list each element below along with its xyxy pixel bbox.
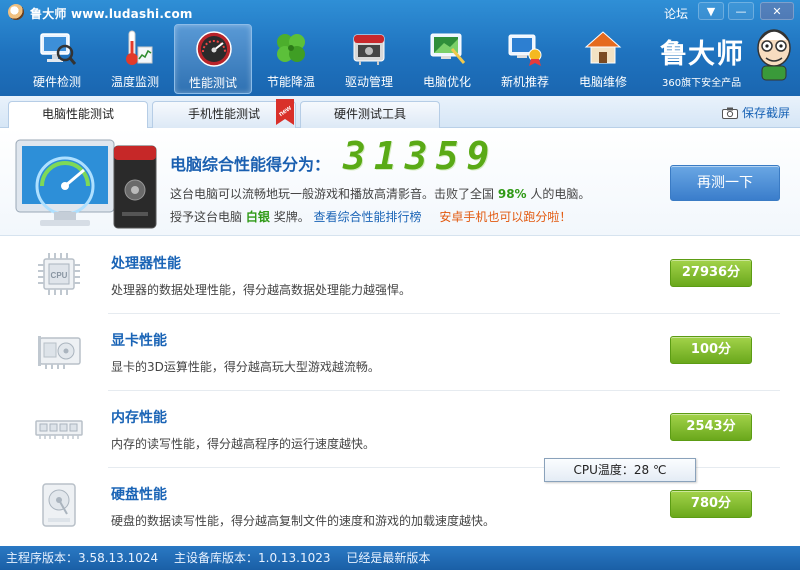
award-prefix: 授予这台电脑 [170, 210, 243, 224]
toolbar-label: 温度监测 [110, 75, 159, 89]
header: 鲁大师 www.ludashi.com 论坛 ▼ — ✕ 硬件检测 温度监测 性… [0, 0, 800, 96]
app-logo-icon [8, 4, 24, 20]
item-score-badge: 100分 [670, 336, 752, 364]
save-screenshot-label: 保存截屏 [742, 106, 791, 120]
total-score: 31359 [343, 134, 498, 178]
toolbar-label: 新机推荐 [500, 75, 549, 89]
toolbar-label: 电脑维修 [578, 75, 627, 89]
beat-percentage: 98% [497, 187, 527, 201]
award-line: 授予这台电脑 白银 奖牌。 查看综合性能排行榜 安卓手机也可以跑分啦！ [170, 208, 571, 225]
item-score-badge: 780分 [670, 490, 752, 518]
item-title: 处理器性能 [111, 256, 181, 272]
item-score-badge: 2543分 [670, 413, 752, 441]
item-description: 内存的读写性能，得分越高程序的运行速度越快。 [111, 437, 376, 451]
score-summary: 电脑综合性能得分为： 31359 这台电脑可以流畅地玩一般游戏和播放高清影音。击… [0, 128, 800, 236]
thermometer-icon [126, 30, 153, 65]
minimize-icon[interactable]: — [728, 2, 754, 20]
pc-illustration-icon [15, 139, 157, 229]
speedometer-icon [196, 31, 232, 67]
main-version: 主程序版本：3.58.13.1024 [6, 551, 159, 565]
list-item-cpu: CPU 处理器性能 处理器的数据处理性能，得分越高数据处理能力越强悍。 2793… [0, 237, 800, 314]
mascot-icon [757, 29, 791, 81]
desc-prefix: 这台电脑可以流畅地玩一般游戏和播放高清影音。击败了全国 [170, 187, 495, 201]
score-label: 电脑综合性能得分为： [170, 155, 331, 174]
item-score-badge: 27936分 [670, 259, 752, 287]
graphics-card-icon [38, 336, 81, 369]
toolbar-item-repair[interactable]: 电脑维修 [564, 24, 642, 94]
toolbar-label: 节能降温 [266, 75, 315, 89]
item-description: 硬盘的数据读写性能，得分越高复制文件的速度和游戏的加载速度越快。 [111, 514, 496, 528]
cpu-temperature-tooltip: CPU温度：28 ℃ [544, 458, 696, 482]
status-bar: 主程序版本：3.58.13.1024 主设备库版本：1.0.13.1023 已经… [0, 546, 800, 570]
list-item-gpu: 显卡性能 显卡的3D运算性能，得分越高玩大型游戏越流畅。 100分 [0, 314, 800, 391]
score-breakdown-list: CPU 处理器性能 处理器的数据处理性能，得分越高数据处理能力越强悍。 2793… [0, 237, 800, 545]
toolbar-item-hardware[interactable]: 硬件检测 [18, 24, 96, 94]
toolbar-label: 电脑优化 [422, 75, 471, 89]
new-pc-award-icon [508, 34, 542, 66]
item-title: 内存性能 [111, 410, 167, 426]
new-badge: new [276, 99, 294, 125]
menu-dropdown-icon[interactable]: ▼ [698, 2, 724, 20]
tab-pc-performance[interactable]: 电脑性能测试 [8, 101, 148, 129]
app-title: 鲁大师 www.ludashi.com [30, 7, 193, 21]
driver-chip-icon [353, 34, 385, 65]
brand-name: 鲁大师 [660, 39, 744, 70]
update-status: 已经是最新版本 [346, 551, 431, 565]
toolbar-label: 驱动管理 [344, 75, 393, 89]
svg-text:CPU: CPU [51, 271, 68, 280]
memory-module-icon [35, 420, 83, 439]
ranking-link[interactable]: 查看综合性能排行榜 [314, 210, 422, 224]
tab-bar: 电脑性能测试 手机性能测试 硬件测试工具 [0, 96, 800, 129]
hardware-monitor-icon [40, 33, 76, 65]
toolbar-label: 硬件检测 [32, 75, 81, 89]
forum-link[interactable]: 论坛 [664, 5, 688, 22]
item-description: 处理器的数据处理性能，得分越高数据处理能力越强悍。 [111, 283, 412, 297]
tab-hardware-tools[interactable]: 硬件测试工具 [300, 101, 440, 128]
item-title: 显卡性能 [111, 333, 167, 349]
brand-logo: 鲁大师 360旗下安全产品 [654, 29, 800, 90]
toolbar-item-new-pc[interactable]: 新机推荐 [486, 24, 564, 94]
list-item-memory: 内存性能 内存的读写性能，得分越高程序的运行速度越快。 2543分 [0, 391, 800, 468]
toolbar-item-temperature[interactable]: 温度监测 [96, 24, 174, 94]
cpu-chip-icon: CPU [38, 253, 80, 295]
save-screenshot-link[interactable]: 保存截屏 [722, 104, 790, 121]
title-bar: 鲁大师 www.ludashi.com 论坛 ▼ — ✕ [0, 0, 800, 24]
toolbar-item-drivers[interactable]: 驱动管理 [330, 24, 408, 94]
db-version: 主设备库版本：1.0.13.1023 [174, 551, 331, 565]
close-icon[interactable]: ✕ [760, 2, 794, 20]
toolbar-item-energy[interactable]: 节能降温 [252, 24, 330, 94]
retest-button[interactable]: 再测一下 [670, 165, 780, 201]
award-medal: 白银 [245, 210, 270, 224]
optimize-monitor-icon [430, 33, 466, 64]
hard-disk-icon [42, 483, 76, 527]
toolbar-label: 性能测试 [188, 76, 237, 90]
item-title: 硬盘性能 [111, 487, 167, 503]
house-repair-icon [584, 31, 622, 64]
clover-leaf-icon [277, 34, 305, 62]
desc-suffix: 人的电脑。 [530, 187, 591, 201]
toolbar-item-performance[interactable]: 性能测试 [174, 24, 252, 94]
brand-subtitle: 360旗下安全产品 [662, 78, 742, 89]
score-description: 这台电脑可以流畅地玩一般游戏和播放高清影音。击败了全国 98% 人的电脑。 [170, 185, 590, 202]
item-description: 显卡的3D运算性能，得分越高玩大型游戏越流畅。 [111, 360, 380, 374]
award-suffix: 奖牌。 [273, 210, 310, 224]
camera-icon [722, 107, 738, 119]
android-benchmark-link[interactable]: 安卓手机也可以跑分啦！ [439, 210, 571, 224]
toolbar-item-optimize[interactable]: 电脑优化 [408, 24, 486, 94]
